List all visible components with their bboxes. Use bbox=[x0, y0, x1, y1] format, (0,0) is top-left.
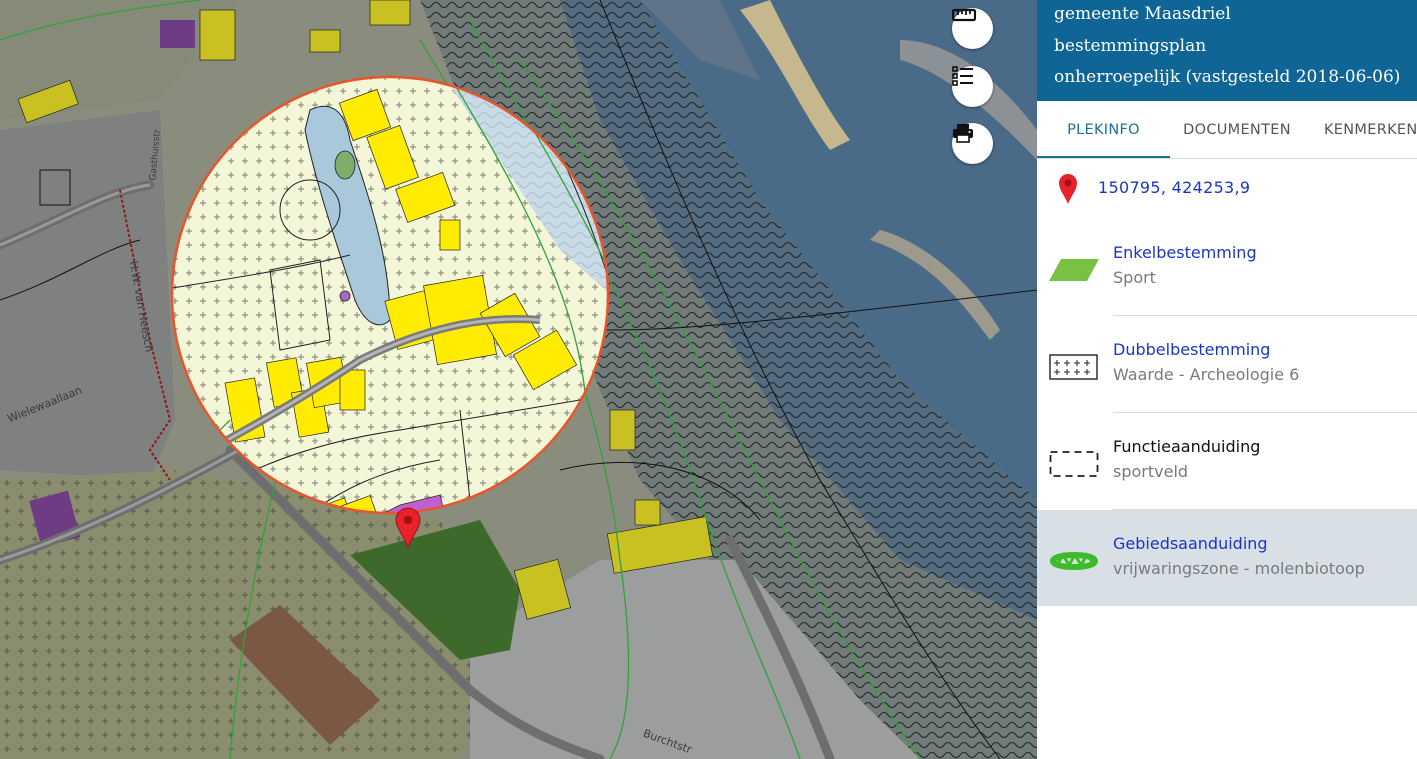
legend-item-gebiedsaanduiding: Gebiedsaanduiding vrijwaringszone - mole… bbox=[1037, 510, 1417, 606]
dubbelbestemming-link[interactable]: Dubbelbestemming bbox=[1113, 340, 1270, 359]
list-icon bbox=[952, 66, 973, 86]
printer-icon bbox=[953, 124, 973, 143]
dashed-rectangle-icon bbox=[1049, 451, 1099, 477]
info-panel: gemeente Maasdriel bestemmingsplan onher… bbox=[1037, 0, 1417, 759]
location-row: 150795, 424253,9 bbox=[1037, 159, 1417, 219]
enkelbestemming-value: Sport bbox=[1113, 268, 1156, 287]
tab-kenmerken[interactable]: KENMERKEN bbox=[1304, 101, 1417, 158]
map-view[interactable]: Wielewaallaan H.W. van Heesch Burchtstr … bbox=[0, 0, 1037, 759]
print-button[interactable] bbox=[952, 123, 993, 164]
legend-item-dubbelbestemming: Dubbelbestemming Waarde - Archeologie 6 bbox=[1049, 316, 1417, 413]
legend-button[interactable] bbox=[952, 66, 993, 107]
tab-documenten[interactable]: DOCUMENTEN bbox=[1170, 101, 1304, 158]
gebiedsaanduiding-value: vrijwaringszone - molenbiotoop bbox=[1113, 559, 1365, 578]
functieaanduiding-value: sportveld bbox=[1113, 462, 1189, 481]
legend-item-enkelbestemming: Enkelbestemming Sport bbox=[1049, 219, 1417, 316]
gebiedsaanduiding-link[interactable]: Gebiedsaanduiding bbox=[1113, 534, 1268, 553]
municipality-name: gemeente Maasdriel bbox=[1054, 4, 1231, 24]
plan-type: bestemmingsplan bbox=[1054, 35, 1207, 56]
map-pin-icon bbox=[1059, 174, 1077, 204]
coordinates: 150795, 424253,9 bbox=[1098, 178, 1251, 197]
legend-item-functieaanduiding: Functieaanduiding sportveld bbox=[1049, 413, 1417, 510]
plan-header: gemeente Maasdriel bestemmingsplan onher… bbox=[1037, 0, 1417, 101]
tab-bar: PLEKINFO DOCUMENTEN KENMERKEN bbox=[1037, 101, 1417, 159]
dubbelbestemming-value: Waarde - Archeologie 6 bbox=[1113, 365, 1300, 384]
measure-button[interactable] bbox=[952, 8, 993, 49]
green-parallelogram-icon bbox=[1049, 259, 1099, 281]
plan-status: onherroepelijk (vastgesteld 2018-06-06) bbox=[1054, 67, 1401, 87]
functieaanduiding-label: Functieaanduiding bbox=[1113, 437, 1261, 456]
enkelbestemming-link[interactable]: Enkelbestemming bbox=[1113, 243, 1257, 262]
plan-map-canvas[interactable] bbox=[0, 0, 1037, 759]
plus-pattern-icon bbox=[1049, 354, 1098, 380]
green-zigzag-icon bbox=[1049, 552, 1099, 570]
ruler-icon bbox=[952, 8, 976, 22]
tab-plekinfo[interactable]: PLEKINFO bbox=[1037, 101, 1170, 158]
